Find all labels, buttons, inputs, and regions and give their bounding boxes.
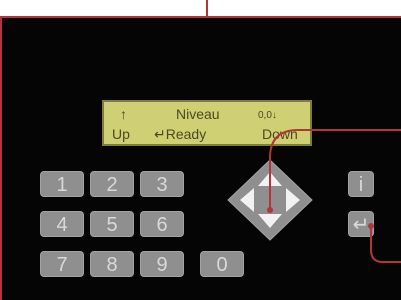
callout-dot-dpad — [267, 207, 273, 213]
direction-pad-overlay — [227, 129, 401, 263]
callout-dot-enter — [368, 223, 374, 229]
callout-leader-line-enter — [370, 226, 401, 263]
